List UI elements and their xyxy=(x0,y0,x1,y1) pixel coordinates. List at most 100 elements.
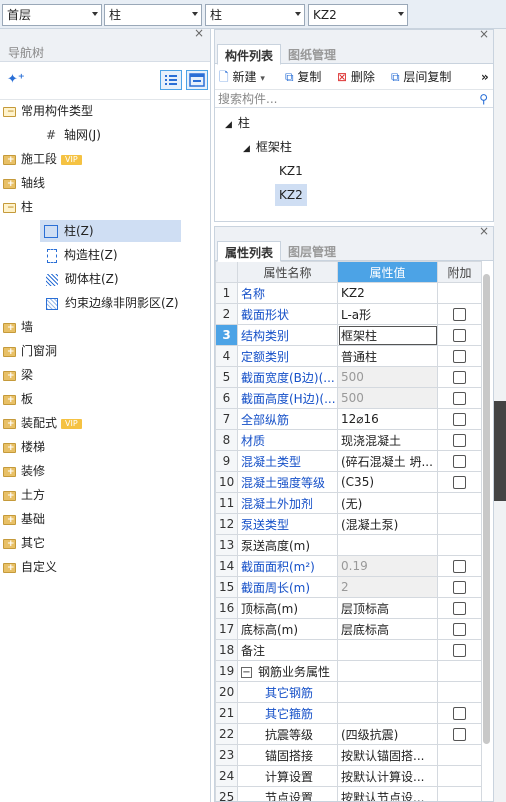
panel-view-icon[interactable] xyxy=(186,70,208,90)
table-row[interactable]: 14 截面面积(m²) 0.19 xyxy=(215,555,482,577)
property-value[interactable]: 现浇混凝土 xyxy=(337,429,438,451)
table-row[interactable]: 17 底标高(m) 层底标高 xyxy=(215,618,482,640)
nav-item-other[interactable]: + 其它 xyxy=(3,532,45,554)
table-row[interactable]: 10 混凝土强度等级 (C35) xyxy=(215,471,482,493)
property-value[interactable]: 层顶标高 xyxy=(337,597,438,619)
close-icon[interactable]: × xyxy=(479,227,489,238)
property-value[interactable] xyxy=(337,660,438,682)
extra-checkbox[interactable] xyxy=(453,602,466,615)
table-row[interactable]: 16 顶标高(m) 层顶标高 xyxy=(215,597,482,619)
more-button[interactable]: » xyxy=(481,69,489,85)
nav-item-constraint-edge[interactable]: 约束边缘非阴影区(Z) xyxy=(44,292,179,314)
extra-checkbox[interactable] xyxy=(453,455,466,468)
property-value[interactable]: 按默认计算设... xyxy=(337,765,438,787)
tree-node-column[interactable]: ◢ 柱 xyxy=(225,112,250,134)
vertical-scrollbar[interactable] xyxy=(483,274,490,744)
property-value[interactable]: KZ2 xyxy=(337,282,438,304)
property-value[interactable] xyxy=(337,681,438,703)
table-row[interactable]: 5 截面宽度(B边)(... 500 xyxy=(215,366,482,388)
nav-item-construction-section[interactable]: + 施工段 VIP xyxy=(3,148,82,170)
nav-item-foundation[interactable]: + 基础 xyxy=(3,508,45,530)
table-row[interactable]: 9 混凝土类型 (碎石混凝土 坍... xyxy=(215,450,482,472)
nav-item-door-window[interactable]: + 门窗洞 xyxy=(3,340,57,362)
copy-button[interactable]: ⧉ 复制 xyxy=(285,69,321,85)
nav-item-column-z[interactable]: 柱(Z) xyxy=(40,220,181,242)
table-row[interactable]: 11 混凝土外加剂 (无) xyxy=(215,492,482,514)
table-row[interactable]: 2 截面形状 L-a形 xyxy=(215,303,482,325)
subcategory-select[interactable]: 柱 xyxy=(205,4,305,26)
property-value[interactable] xyxy=(337,534,438,556)
search-icon[interactable]: ⚲ xyxy=(479,90,488,108)
extra-checkbox[interactable] xyxy=(453,329,466,342)
table-row[interactable]: 21 其它箍筋 xyxy=(215,702,482,724)
table-row[interactable]: 23 锚固搭接 按默认锚固搭... xyxy=(215,744,482,766)
nav-item-column[interactable]: − 柱 xyxy=(3,196,33,218)
extra-checkbox[interactable] xyxy=(453,392,466,405)
table-row[interactable]: 12 泵送类型 (混凝土泵) xyxy=(215,513,482,535)
nav-item-common-types[interactable]: − 常用构件类型 xyxy=(3,100,93,122)
property-value[interactable]: (碎石混凝土 坍... xyxy=(337,450,438,472)
new-button[interactable]: 🗋 新建 ▾ xyxy=(219,69,265,87)
property-value[interactable]: 层底标高 xyxy=(337,618,438,640)
extra-checkbox[interactable] xyxy=(453,728,466,741)
property-value[interactable] xyxy=(337,639,438,661)
table-row[interactable]: 3 结构类别 框架柱 xyxy=(215,324,482,346)
property-value[interactable]: 0.19 xyxy=(337,555,438,577)
table-row[interactable]: 6 截面高度(H边)(... 500 xyxy=(215,387,482,409)
extra-checkbox[interactable] xyxy=(453,644,466,657)
extra-checkbox[interactable] xyxy=(453,413,466,426)
property-value[interactable]: 2 xyxy=(337,576,438,598)
tree-node-frame-column[interactable]: ◢ 框架柱 xyxy=(243,136,292,158)
table-row[interactable]: 1 名称 KZ2 xyxy=(215,282,482,304)
table-row[interactable]: 25 节点设置 按默认节点设... xyxy=(215,786,482,801)
table-row[interactable]: 13 泵送高度(m) xyxy=(215,534,482,556)
nav-item-grid[interactable]: # 轴网(J) xyxy=(46,124,101,146)
nav-item-stairs[interactable]: + 楼梯 xyxy=(3,436,45,458)
close-icon[interactable]: × xyxy=(479,27,489,41)
list-view-icon[interactable] xyxy=(160,70,182,90)
close-icon[interactable]: × xyxy=(194,26,204,40)
property-value[interactable]: 500 xyxy=(337,387,438,409)
property-value[interactable]: 12⌀16 xyxy=(337,408,438,430)
nav-item-slab[interactable]: + 板 xyxy=(3,388,33,410)
tab-component-list[interactable]: 构件列表 xyxy=(217,44,282,65)
property-value[interactable]: 按默认节点设... xyxy=(337,786,438,801)
side-collapse-handle[interactable] xyxy=(494,401,506,501)
property-value[interactable]: 框架柱 xyxy=(337,324,438,346)
add-sparkle-icon[interactable]: ✦⁺ xyxy=(7,72,25,87)
extra-checkbox[interactable] xyxy=(453,707,466,720)
table-row[interactable]: 24 计算设置 按默认计算设... xyxy=(215,765,482,787)
table-row[interactable]: 7 全部纵筋 12⌀16 xyxy=(215,408,482,430)
nav-item-axis[interactable]: + 轴线 xyxy=(3,172,45,194)
table-row[interactable]: 4 定额类别 普通柱 xyxy=(215,345,482,367)
extra-checkbox[interactable] xyxy=(453,623,466,636)
component-search-input[interactable]: 搜索构件... ⚲ xyxy=(215,90,493,108)
component-select[interactable]: KZ2 xyxy=(308,4,408,26)
floor-select[interactable]: 首层 xyxy=(2,4,102,26)
tree-node-kz1[interactable]: KZ1 xyxy=(275,160,307,182)
nav-item-earthwork[interactable]: + 土方 xyxy=(3,484,45,506)
nav-item-prefab[interactable]: + 装配式 VIP xyxy=(3,412,82,434)
property-value[interactable]: 按默认锚固搭... xyxy=(337,744,438,766)
table-row[interactable]: 22 抗震等级 (四级抗震) xyxy=(215,723,482,745)
tree-node-kz2[interactable]: KZ2 xyxy=(275,184,307,206)
extra-checkbox[interactable] xyxy=(453,350,466,363)
delete-button[interactable]: ⊠ 删除 xyxy=(337,69,375,85)
property-value[interactable] xyxy=(337,702,438,724)
nav-item-constructional-column[interactable]: 构造柱(Z) xyxy=(44,244,118,266)
floor-copy-button[interactable]: ⧉ 层间复制 xyxy=(391,69,451,85)
table-row[interactable]: 18 备注 xyxy=(215,639,482,661)
tab-property-list[interactable]: 属性列表 xyxy=(217,241,282,262)
tab-layer-management[interactable]: 图层管理 xyxy=(281,241,343,262)
nav-item-wall[interactable]: + 墙 xyxy=(3,316,33,338)
property-value[interactable]: (混凝土泵) xyxy=(337,513,438,535)
category-select[interactable]: 柱 xyxy=(104,4,202,26)
nav-item-decoration[interactable]: + 装修 xyxy=(3,460,45,482)
property-value[interactable]: 普通柱 xyxy=(337,345,438,367)
nav-item-custom[interactable]: + 自定义 xyxy=(3,556,57,578)
extra-checkbox[interactable] xyxy=(453,560,466,573)
property-value[interactable]: (四级抗震) xyxy=(337,723,438,745)
nav-item-masonry-column[interactable]: 砌体柱(Z) xyxy=(44,268,119,290)
extra-checkbox[interactable] xyxy=(453,308,466,321)
property-value[interactable]: L-a形 xyxy=(337,303,438,325)
